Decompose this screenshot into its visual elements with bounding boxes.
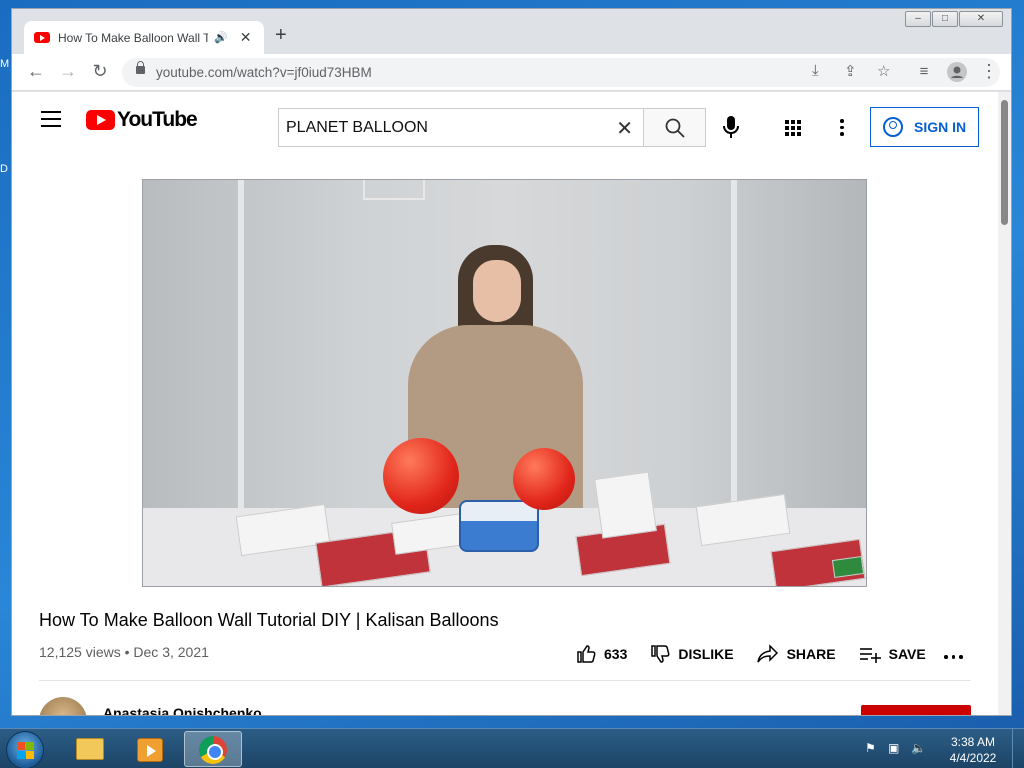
browser-tab[interactable]: How To Make Balloon Wall Tutorial DIY | …: [24, 21, 264, 54]
scroll-thumb[interactable]: [1001, 100, 1008, 225]
taskbar-media-player[interactable]: [121, 731, 179, 767]
minimize-button[interactable]: –: [905, 11, 931, 27]
upload-date: Dec 3, 2021: [133, 644, 209, 660]
video-player[interactable]: [142, 179, 867, 587]
clear-search-icon[interactable]: ✕: [616, 116, 633, 141]
volume-icon[interactable]: 🔈: [911, 741, 926, 756]
close-tab-icon[interactable]: ✕: [240, 29, 252, 46]
video-meta: 12,125 views • Dec 3, 2021: [39, 644, 209, 660]
clock-time: 3:38 AM: [950, 735, 996, 749]
taskbar-file-explorer[interactable]: [60, 731, 118, 767]
video-scene-pole: [731, 180, 737, 520]
playlist-add-icon: [859, 648, 881, 663]
video-scene-balloon: [383, 438, 459, 514]
thumbs-up-icon: [577, 645, 596, 663]
profile-icon[interactable]: [945, 62, 969, 87]
divider: [39, 680, 971, 681]
search-query[interactable]: PLANET BALLOON: [286, 119, 428, 137]
share-button[interactable]: SHARE: [756, 644, 836, 664]
save-label: SAVE: [888, 646, 926, 662]
forward-icon[interactable]: →: [56, 61, 80, 82]
speaker-icon[interactable]: 🔊: [214, 31, 228, 44]
reload-icon[interactable]: ↻: [88, 61, 112, 82]
taskbar: ⚑ ▣ 🔈 3:38 AM 4/4/2022: [0, 728, 1024, 768]
taskbar-chrome[interactable]: [184, 731, 242, 767]
clock[interactable]: 3:38 AM 4/4/2022: [938, 734, 1008, 766]
youtube-header: YouTube PLANET BALLOON ✕ SIGN IN: [12, 92, 998, 148]
url-text[interactable]: youtube.com/watch?v=jf0iud73HBM: [156, 65, 372, 80]
settings-kebab-icon[interactable]: [840, 119, 844, 139]
browser-window: How To Make Balloon Wall Tutorial DIY | …: [11, 8, 1012, 716]
video-scene-balloon: [513, 448, 575, 510]
network-icon[interactable]: ▣: [888, 741, 903, 756]
search-input[interactable]: PLANET BALLOON ✕: [278, 108, 643, 147]
youtube-logo-text: YouTube: [117, 108, 198, 131]
share-page-icon[interactable]: ⇪: [844, 62, 857, 80]
video-scene-pole: [238, 180, 244, 520]
lock-icon[interactable]: [136, 61, 145, 74]
sign-in-label: SIGN IN: [914, 119, 967, 135]
folder-icon: [76, 738, 104, 760]
apps-grid-icon[interactable]: [785, 120, 801, 136]
account-icon: [883, 117, 903, 137]
show-desktop-button[interactable]: [1012, 729, 1024, 768]
desktop-icon-label[interactable]: D: [0, 163, 8, 175]
address-bar[interactable]: youtube.com/watch?v=jf0iud73HBM ⤓ ⇪ ☆: [122, 58, 1000, 87]
bookmark-star-icon[interactable]: ☆: [877, 62, 890, 80]
subscribe-button[interactable]: SUBSCRIBE: [861, 705, 971, 715]
menu-icon[interactable]: [41, 111, 61, 127]
youtube-play-icon: [86, 110, 115, 130]
view-count: 12,125 views: [39, 644, 121, 660]
browser-toolbar: ← → ↻ youtube.com/watch?v=jf0iud73HBM ⤓ …: [12, 54, 1011, 91]
dislike-button[interactable]: DISLIKE: [650, 644, 734, 664]
channel-avatar[interactable]: [39, 697, 87, 715]
sign-in-button[interactable]: SIGN IN: [870, 107, 979, 147]
windows-logo-icon: [17, 742, 34, 759]
back-icon[interactable]: ←: [24, 61, 48, 82]
more-actions-icon[interactable]: [942, 655, 965, 659]
like-count: 633: [604, 646, 628, 662]
action-center-flag-icon[interactable]: ⚑: [865, 741, 880, 756]
chrome-icon: [199, 736, 227, 764]
window-controls: – □ ✕: [904, 11, 1003, 27]
video-title: How To Make Balloon Wall Tutorial DIY | …: [39, 610, 499, 630]
search-icon: [665, 118, 685, 138]
thumbs-down-icon: [651, 645, 670, 663]
browser-menu-icon[interactable]: ⋮: [977, 61, 1001, 82]
start-button[interactable]: [6, 731, 44, 768]
title-bar: How To Make Balloon Wall Tutorial DIY | …: [12, 9, 1011, 54]
system-tray: ⚑ ▣ 🔈: [865, 741, 926, 756]
video-scene-person: [473, 260, 521, 322]
like-button[interactable]: 633: [576, 644, 627, 664]
desktop-icon-label[interactable]: M: [0, 58, 9, 70]
dislike-label: DISLIKE: [678, 646, 734, 662]
close-window-button[interactable]: ✕: [959, 11, 1003, 27]
maximize-button[interactable]: □: [932, 11, 958, 27]
youtube-favicon-icon: [34, 32, 50, 43]
search-button[interactable]: [643, 108, 706, 147]
microphone-icon[interactable]: [723, 116, 739, 143]
page-viewport: YouTube PLANET BALLOON ✕ SIGN IN How To …: [12, 92, 998, 715]
tab-title: How To Make Balloon Wall Tutorial DIY | …: [58, 30, 208, 45]
reading-list-icon[interactable]: ≡: [912, 63, 936, 80]
save-button[interactable]: SAVE: [859, 644, 926, 664]
video-scene-pump: [459, 500, 539, 552]
video-scene-bag: [594, 471, 657, 539]
new-tab-button[interactable]: +: [275, 24, 287, 47]
install-icon[interactable]: ⤓: [812, 62, 819, 79]
share-label: SHARE: [786, 646, 836, 662]
share-icon: [756, 644, 778, 663]
page-scrollbar[interactable]: [998, 92, 1011, 715]
channel-name[interactable]: Anastasia Onishchenko: [103, 705, 262, 715]
video-scene-vent: [363, 180, 425, 200]
clock-date: 4/4/2022: [949, 751, 997, 765]
video-actions: 633 DISLIKE SHARE SAVE: [576, 644, 949, 664]
media-player-icon: [137, 738, 163, 762]
youtube-logo[interactable]: YouTube: [86, 108, 198, 132]
